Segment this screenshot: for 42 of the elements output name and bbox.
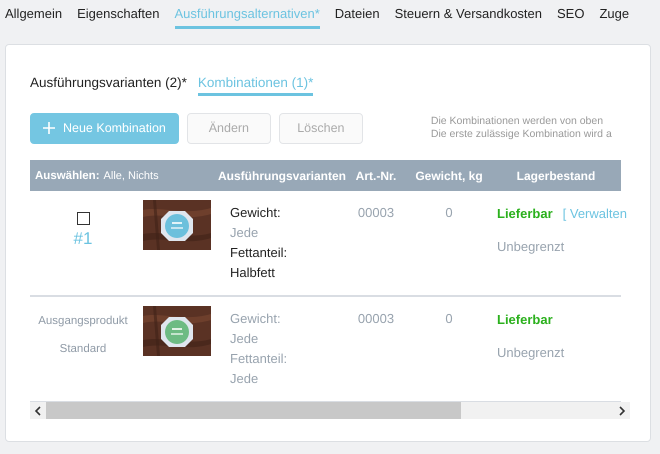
subtab[interactable]: Ausführungsvarianten (2)* bbox=[30, 75, 187, 93]
tab[interactable]: Steuern & Versandkosten bbox=[394, 6, 542, 26]
weight-value: 0 bbox=[445, 205, 453, 220]
stock-quantity: Unbegrenzt bbox=[497, 239, 564, 254]
variant-text: Fettanteil: bbox=[230, 350, 288, 368]
column-header: Gewicht, kg bbox=[414, 168, 484, 182]
variant-text: Jede bbox=[230, 224, 258, 242]
subtab[interactable]: Kombinationen (1)* bbox=[198, 75, 314, 96]
tab[interactable]: Ausführungsalternativen* bbox=[174, 6, 320, 29]
select-links[interactable]: Alle, Nichts bbox=[104, 170, 159, 182]
article-number: 00003 bbox=[358, 205, 394, 220]
column-header: Lagerbestand bbox=[516, 168, 596, 182]
hint-text: Die erste zulässige Kombination wird a bbox=[430, 128, 612, 141]
stock-status: Lieferbar bbox=[497, 206, 553, 221]
manage-link[interactable]: [ Verwalten bbox=[562, 206, 627, 221]
variant-text: Halbfett bbox=[230, 264, 275, 282]
base-label: Standard bbox=[60, 342, 106, 357]
column-header: Ausführungsvarianten bbox=[218, 168, 345, 182]
new-combination-button[interactable]: Neue Kombination bbox=[30, 112, 179, 144]
select-label: Auswählen: bbox=[35, 170, 100, 182]
hint-text: Die Kombinationen werden von oben bbox=[430, 115, 604, 128]
weight-value: 0 bbox=[445, 311, 453, 326]
tab[interactable]: SEO bbox=[557, 6, 584, 26]
tab[interactable]: Dateien bbox=[334, 6, 380, 26]
tab[interactable]: Allgemein bbox=[5, 6, 62, 26]
column-header: Art.-Nr. bbox=[354, 168, 398, 182]
combination-number[interactable]: #1 bbox=[74, 229, 92, 249]
variant-text: Gewicht: bbox=[230, 310, 281, 328]
variant-text: Gewicht: bbox=[230, 204, 281, 222]
tab[interactable]: Eigenschaften bbox=[77, 6, 160, 26]
row-checkbox[interactable] bbox=[76, 212, 90, 225]
stock-quantity: Unbegrenzt bbox=[497, 345, 564, 360]
horizontal-scrollbar[interactable] bbox=[30, 402, 630, 419]
article-number: 00003 bbox=[358, 311, 394, 326]
base-label: Ausgangsprodukt bbox=[38, 314, 128, 329]
variant-text: Fettanteil: bbox=[230, 244, 288, 262]
variant-text: Jede bbox=[230, 330, 258, 348]
scrollbar-thumb[interactable] bbox=[46, 402, 461, 419]
tab[interactable]: Zuge bbox=[599, 6, 630, 26]
variant-text: Jede bbox=[230, 370, 258, 388]
stock-status: Lieferbar bbox=[497, 312, 553, 327]
plus-icon bbox=[43, 122, 55, 134]
